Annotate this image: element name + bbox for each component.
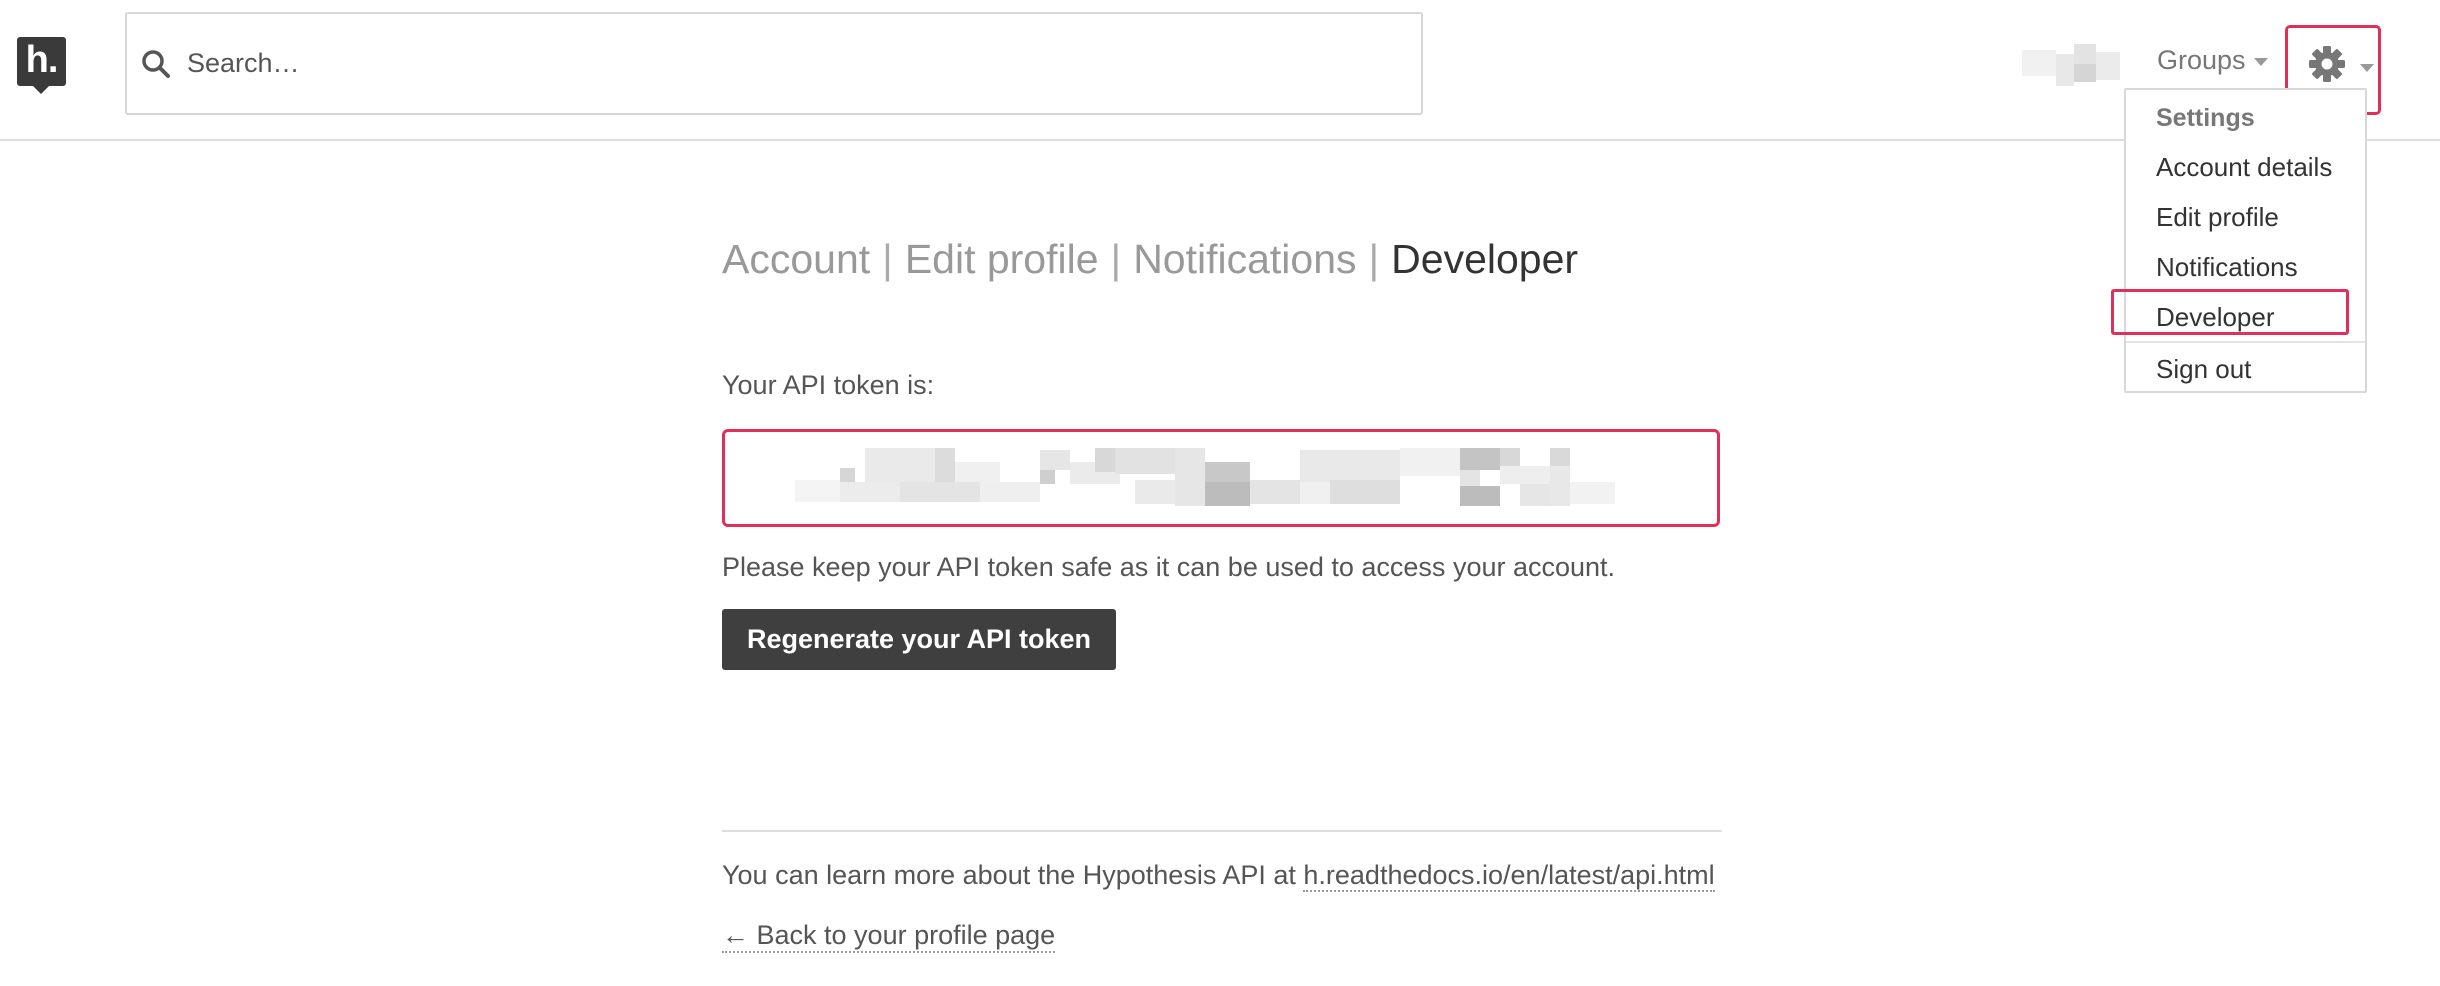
api-token-label: Your API token is: [722,370,935,400]
tab-account[interactable]: Account [722,236,870,282]
menu-item-sign-out[interactable]: Sign out [2156,354,2251,385]
menu-item-notifications[interactable]: Notifications [2156,252,2298,283]
groups-menu[interactable]: Groups [2157,45,2268,76]
logo-tail [31,84,51,94]
tab-developer: Developer [1391,236,1579,282]
tab-edit-profile[interactable]: Edit profile [905,236,1099,282]
logo-text: h. [25,39,59,81]
api-docs-text: You can learn more about the Hypothesis … [722,860,1715,892]
search-icon [142,50,170,78]
gear-icon [2309,46,2345,82]
api-token-field[interactable] [722,429,1720,527]
menu-item-edit-profile[interactable]: Edit profile [2156,202,2279,233]
top-bar: h. Groups [0,0,2440,141]
chevron-down-icon [2360,64,2374,72]
hypothesis-logo[interactable]: h. [17,37,66,94]
api-docs-link[interactable]: h.readthedocs.io/en/latest/api.html [1303,860,1715,892]
tab-separator: | [1110,236,1122,282]
menu-divider [2126,341,2365,343]
section-divider [722,830,1722,832]
menu-heading-settings: Settings [2156,104,2255,132]
tab-separator: | [1368,236,1380,282]
avatar[interactable] [2022,40,2122,86]
tab-separator: | [882,236,893,282]
api-docs-prefix: You can learn more about the Hypothesis … [722,860,1296,890]
chevron-down-icon [2253,57,2268,66]
menu-item-account-details[interactable]: Account details [2156,152,2332,183]
developer-highlight-box [2111,289,2349,335]
tab-notifications[interactable]: Notifications [1133,236,1356,282]
groups-label: Groups [2157,45,2246,75]
search-bar[interactable] [125,12,1423,115]
regenerate-token-button[interactable]: Regenerate your API token [722,609,1116,670]
settings-tabs: Account | Edit profile | Notifications | Devel… [722,236,1578,283]
api-token-warning: Please keep your API token safe as it ca… [722,552,1616,582]
search-input[interactable] [187,14,1387,113]
back-to-profile-link[interactable]: ← Back to your profile page [722,920,1056,953]
settings-dropdown: Settings Account details Edit profile No… [2124,88,2367,393]
